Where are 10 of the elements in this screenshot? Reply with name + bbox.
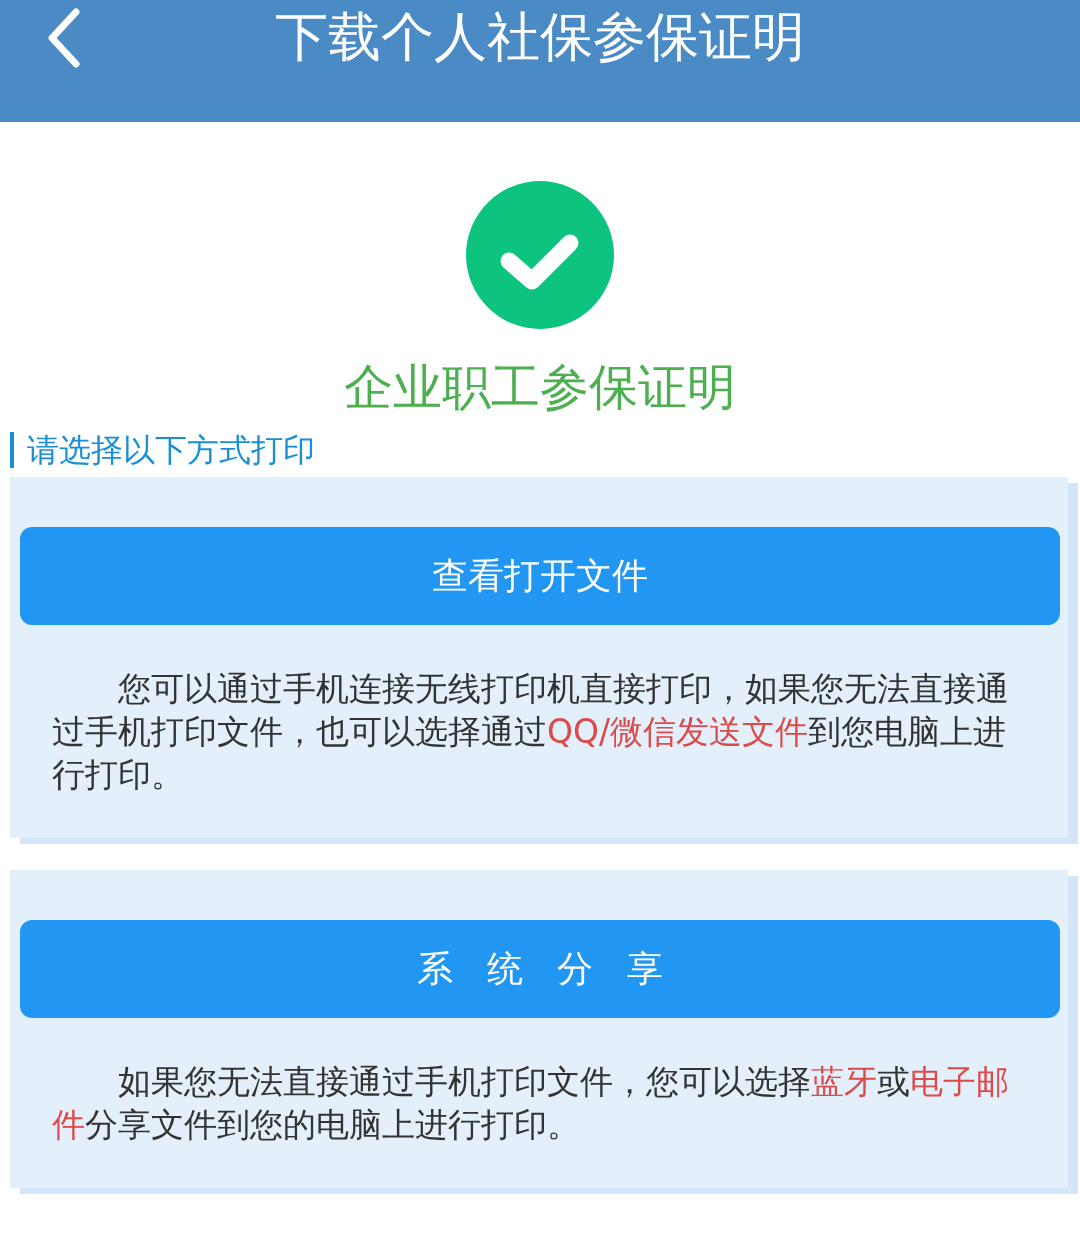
back-button[interactable] — [46, 8, 82, 68]
chevron-left-icon — [46, 8, 82, 68]
certificate-title: 企业职工参保证明 — [344, 358, 736, 418]
option-description: 如果您无法直接通过手机打印文件，您可以选择蓝牙或电子邮件分享文件到您的电脑上进行打印。 — [52, 1061, 1010, 1146]
option-description: 您可以通过手机连接无线打印机直接打印，如果您无法直接通过手机打印文件，也可以选择通过QQ/微信发送文件到您电脑上进行打印。 — [52, 668, 1010, 796]
page-title: 下载个人社保参保证明 — [275, 7, 805, 67]
section-title: 请选择以下方式打印 — [10, 432, 315, 468]
check-circle-icon — [466, 181, 614, 329]
action-button[interactable]: 查看打开文件 — [20, 527, 1060, 625]
action-button[interactable]: 系 统 分 享 — [20, 920, 1060, 1018]
